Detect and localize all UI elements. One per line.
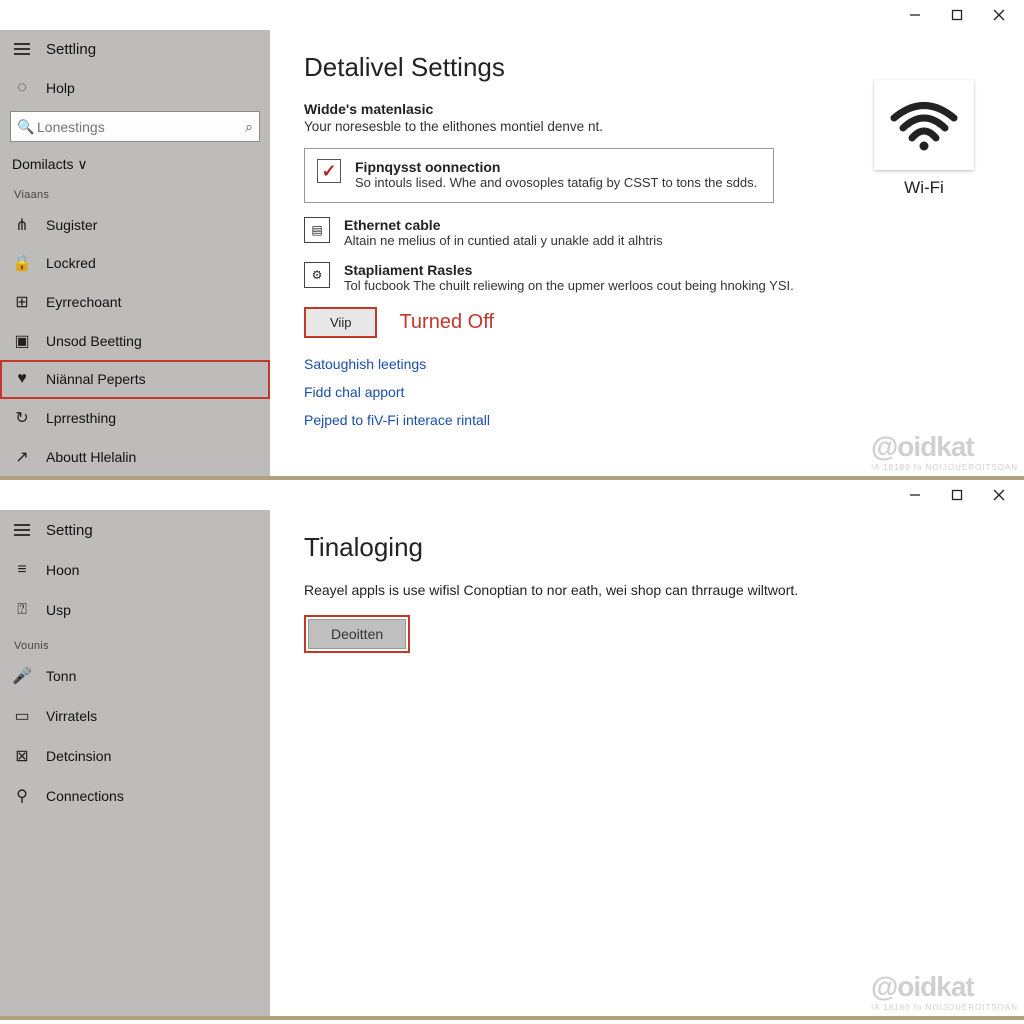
share-icon: ↗ [12, 447, 32, 467]
titlebar [0, 0, 1024, 30]
content-area: Tinaloging Reayel appls is use wifisl Co… [270, 510, 1024, 1016]
sidebar-item-eyrrechoant[interactable]: ⊞ Eyrrechoant [0, 283, 270, 322]
close-button[interactable] [978, 1, 1020, 29]
ethernet-desc: Altain ne melius of in cuntied atali y u… [344, 233, 663, 250]
titlebar [0, 480, 1024, 510]
sidebar-item-usp[interactable]: ⍰ Usp [0, 590, 270, 630]
sidebar-item-label: Usp [46, 602, 71, 618]
status-row: Viip Turned Off [304, 307, 984, 338]
wifi-icon [874, 80, 974, 170]
connection-card[interactable]: Fipnqysst oonnection So intouls lised. W… [304, 148, 774, 203]
sidebar-item-niannal-peperts[interactable]: ♥ Niännal Peperts [0, 360, 270, 399]
signal-icon: ⋔ [12, 215, 32, 235]
sidebar-item-label: Lockred [46, 255, 96, 271]
list-icon: ≡ [12, 560, 32, 580]
sidebar-item-label: Eyrrechoant [46, 294, 121, 310]
grid-icon: ⊠ [12, 746, 32, 766]
network-icon: ⊞ [12, 292, 32, 312]
search-input[interactable] [11, 112, 259, 141]
settings-window-top: Settling ◌ Holp 🔍 ⌕ Domilacts ∨ Viaans ⋔… [0, 0, 1024, 480]
check-icon [317, 159, 341, 183]
sidebar-item-label: Virratels [46, 708, 97, 724]
wifi-block: Wi-Fi [864, 80, 984, 198]
shield-icon: ♥ [12, 369, 32, 389]
sidebar: Settling ◌ Holp 🔍 ⌕ Domilacts ∨ Viaans ⋔… [0, 30, 270, 476]
plug-icon: ⚲ [12, 786, 32, 806]
settings-window-bottom: Setting ≡ Hoon ⍰ Usp Vounis 🎤 Tonn ▭ Vir… [0, 480, 1024, 1020]
sidebar-item-lockred[interactable]: 🔒 Lockred [0, 244, 270, 283]
sidebar-item-label: Tonn [46, 668, 76, 684]
page-title: Tinaloging [304, 532, 984, 563]
maximize-button[interactable] [936, 481, 978, 509]
sidebar-item-label: Holp [46, 80, 75, 96]
close-button[interactable] [978, 481, 1020, 509]
watermark: @oidkat !A 18180 fo NOIJOUEROITSOAN [871, 431, 1018, 472]
sidebar-item-label: Detcinsion [46, 748, 111, 764]
rasles-desc: Tol fucbook The chuilt reliewing on the … [344, 278, 794, 295]
sidebar-group-label: Domilacts ∨ [12, 156, 88, 173]
sidebar: Setting ≡ Hoon ⍰ Usp Vounis 🎤 Tonn ▭ Vir… [0, 510, 270, 1016]
sidebar-section-viaans: Viaans [0, 179, 270, 205]
sidebar-item-virratels[interactable]: ▭ Virratels [0, 696, 270, 736]
app-title: Settling [46, 41, 96, 58]
rasles-entry[interactable]: ⚙ Stapliament Rasles Tol fucbook The chu… [304, 262, 804, 295]
ethernet-entry[interactable]: ▤ Ethernet cable Altain ne melius of in … [304, 217, 804, 250]
sidebar-item-sugister[interactable]: ⋔ Sugister [0, 205, 270, 244]
hamburger-icon[interactable] [12, 39, 32, 59]
sidebar-item-tonn[interactable]: 🎤 Tonn [0, 656, 270, 696]
search-left-icon: 🔍 [17, 118, 34, 135]
app-title-row: Setting [0, 510, 270, 550]
hamburger-icon[interactable] [12, 520, 32, 540]
sidebar-item-about[interactable]: ↗ Aboutt Hlelalin [0, 437, 270, 476]
deoitten-button-outline: Deoitten [304, 615, 410, 653]
rasles-title: Stapliament Rasles [344, 262, 794, 278]
sidebar-item-lprresthing[interactable]: ↻ Lprresthing [0, 399, 270, 438]
maximize-button[interactable] [936, 1, 978, 29]
ethernet-title: Ethernet cable [344, 217, 663, 233]
sidebar-item-help[interactable]: ◌ Holp [0, 69, 270, 108]
app-title-row: Settling [0, 30, 270, 69]
help-icon: ◌ [12, 78, 32, 98]
link-fidd-chal[interactable]: Fidd chal apport [304, 384, 984, 400]
search-box[interactable]: 🔍 ⌕ [10, 111, 260, 142]
sidebar-item-label: Niännal Peperts [46, 371, 146, 387]
link-pejped[interactable]: Pejped to fiV-Fi interace rintall [304, 412, 984, 428]
vip-button[interactable]: Viip [304, 307, 377, 338]
mic-icon: 🎤 [12, 666, 32, 686]
sidebar-item-hoon[interactable]: ≡ Hoon [0, 550, 270, 590]
content-area: Detalivel Settings Widde's matenlasic Yo… [270, 30, 1024, 476]
monitor-icon: ▭ [12, 706, 32, 726]
loop-icon: ↻ [12, 408, 32, 428]
sidebar-item-label: Aboutt Hlelalin [46, 449, 136, 465]
sidebar-item-label: Lprresthing [46, 410, 116, 426]
sidebar-item-label: Sugister [46, 217, 97, 233]
status-text: Turned Off [399, 311, 494, 334]
box-icon: ▣ [12, 331, 32, 351]
deoitten-button[interactable]: Deoitten [308, 619, 406, 649]
search-icon[interactable]: ⌕ [245, 118, 253, 135]
connection-card-desc: So intouls lised. Whe and ovosoples tata… [355, 175, 757, 192]
page-title: Detalivel Settings [304, 52, 984, 83]
sidebar-item-label: Connections [46, 788, 124, 804]
connection-card-title: Fipnqysst oonnection [355, 159, 757, 175]
sidebar-item-detcinsion[interactable]: ⊠ Detcinsion [0, 736, 270, 776]
lock-icon: 🔒 [12, 253, 32, 273]
minimize-button[interactable] [894, 481, 936, 509]
minimize-button[interactable] [894, 1, 936, 29]
app-title: Setting [46, 522, 93, 539]
wifi-label: Wi-Fi [864, 178, 984, 198]
page-lead: Reayel appls is use wifisl Conoptian to … [304, 581, 864, 601]
sidebar-group-domilacts[interactable]: Domilacts ∨ [0, 150, 270, 179]
user-icon: ⍰ [12, 600, 32, 620]
sidebar-section-vounis: Vounis [0, 630, 270, 656]
watermark: @oidkat !A 18180 fo NOIJOUEROITSOAN [871, 971, 1018, 1012]
sidebar-item-unsod-beetting[interactable]: ▣ Unsod Beetting [0, 321, 270, 360]
sidebar-item-label: Unsod Beetting [46, 333, 142, 349]
link-satoughish[interactable]: Satoughish leetings [304, 356, 984, 372]
sidebar-item-label: Hoon [46, 562, 79, 578]
sidebar-item-connections[interactable]: ⚲ Connections [0, 776, 270, 816]
ethernet-icon: ▤ [304, 217, 330, 243]
rasles-icon: ⚙ [304, 262, 330, 288]
